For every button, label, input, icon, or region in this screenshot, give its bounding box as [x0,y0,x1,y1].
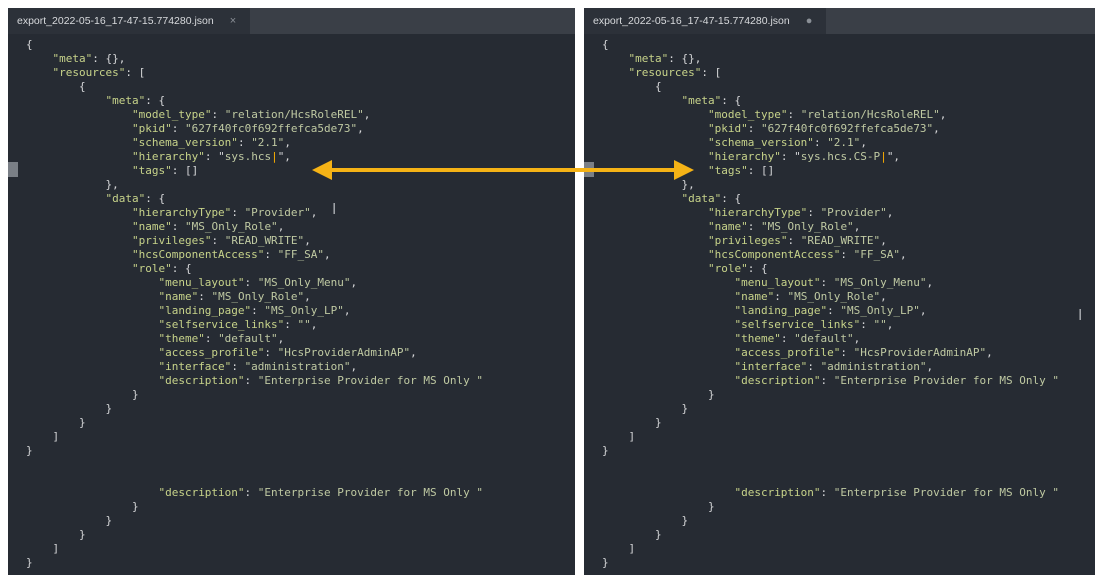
code-line: } [26,388,139,401]
tab-title: export_2022-05-16_17-47-15.774280.json [593,15,790,27]
code-line: { [26,80,86,93]
code-line: "model_type": "relation/HcsRoleREL", [707,108,947,121]
file-tab[interactable]: export_2022-05-16_17-47-15.774280.json × [8,8,251,34]
code-line: } [602,556,609,569]
tab-bar: export_2022-05-16_17-47-15.774280.json ● [584,8,1095,34]
code-line: "landing_page": "MS_Only_LP", [158,304,351,317]
code-line: } [26,514,113,527]
code-line: ] [26,430,60,443]
code-line: "hcsComponentAccess": "FF_SA", [131,248,331,261]
code-line: "theme": "default", [734,332,861,345]
code-line: "description": "Enterprise Provider for … [158,374,483,387]
close-tab-icon[interactable]: × [230,15,236,27]
text-caret: | [880,150,887,163]
tab-title: export_2022-05-16_17-47-15.774280.json [17,15,214,27]
code-line: "interface": "administration", [734,360,934,373]
code-line: "access_profile": "HcsProviderAdminAP", [734,346,993,359]
code-line: } [26,416,86,429]
tab-bar: export_2022-05-16_17-47-15.774280.json × [8,8,575,34]
code-editor[interactable]: { "meta": {}, "resources": [ { "meta": {… [584,38,1095,575]
code-line: "resources": [ [52,66,146,79]
code-line: "meta": {}, [52,52,126,65]
code-line: "schema_version": "2.1", [707,136,867,149]
code-line: "description": "Enterprise Provider for … [734,374,1059,387]
code-line: } [26,556,33,569]
code-line: } [26,444,33,457]
right-editor-pane: export_2022-05-16_17-47-15.774280.json ●… [584,8,1095,575]
code-line: "hierarchyType": "Provider", [131,206,318,219]
code-line: "privileges": "READ_WRITE", [131,234,311,247]
code-line: "selfservice_links": "", [734,318,894,331]
code-line: "theme": "default", [158,332,285,345]
code-line: ] [602,430,636,443]
code-editor[interactable]: { "meta": {}, "resources": [ { "meta": {… [8,38,575,575]
unsaved-dot-icon[interactable]: ● [806,15,813,27]
arrow-head-right [674,160,694,180]
code-line: "role": { [707,262,768,275]
code-line-hierarchy: "hierarchy": "sys.hcs|", [131,150,291,163]
code-line: "description": "Enterprise Provider for … [158,486,483,499]
code-line: "description": "Enterprise Provider for … [734,486,1059,499]
code-line: "name": "MS_Only_Role", [734,290,887,303]
code-line: "menu_layout": "MS_Only_Menu", [158,276,358,289]
text-cursor-icon: I [1078,306,1083,324]
file-tab[interactable]: export_2022-05-16_17-47-15.774280.json ● [584,8,827,34]
code-line: "schema_version": "2.1", [131,136,291,149]
code-line: "privileges": "READ_WRITE", [707,234,887,247]
code-line: { [602,80,662,93]
code-line: ] [26,542,60,555]
code-line: "meta": {}, [628,52,702,65]
text-cursor-icon: I [332,200,337,218]
code-line: "pkid": "627f40fc0f692ffefca5de73", [131,122,364,135]
code-line: "data": { [681,192,742,205]
code-line: "selfservice_links": "", [158,318,318,331]
code-line: "hierarchyType": "Provider", [707,206,894,219]
code-line: "role": { [131,262,192,275]
double-headed-arrow-icon [312,160,694,180]
arrow-head-left [312,160,332,180]
code-line: } [602,528,662,541]
code-line: "meta": { [681,94,742,107]
code-line: "landing_page": "MS_Only_LP", [734,304,927,317]
code-line: } [602,388,715,401]
text-caret: | [271,150,278,163]
code-line: "meta": { [105,94,166,107]
code-line: "name": "MS_Only_Role", [707,220,861,233]
code-line: ] [602,542,636,555]
code-line: "pkid": "627f40fc0f692ffefca5de73", [707,122,940,135]
code-line: { [602,38,609,51]
code-line: "access_profile": "HcsProviderAdminAP", [158,346,417,359]
code-line: "tags": [] [131,164,199,177]
code-line: } [602,514,689,527]
code-line: "hcsComponentAccess": "FF_SA", [707,248,907,261]
code-line: }, [26,178,119,191]
code-line: { [26,38,33,51]
code-line: "resources": [ [628,66,722,79]
code-line: "model_type": "relation/HcsRoleREL", [131,108,371,121]
code-line: "interface": "administration", [158,360,358,373]
code-line: "name": "MS_Only_Role", [131,220,285,233]
code-line: } [602,416,662,429]
code-line: } [602,402,689,415]
left-editor-pane: export_2022-05-16_17-47-15.774280.json ×… [8,8,575,575]
code-line: "name": "MS_Only_Role", [158,290,311,303]
code-line: } [26,500,139,513]
code-line: } [26,402,113,415]
gutter-marker [8,162,18,177]
code-line: } [26,528,86,541]
code-line: } [602,444,609,457]
code-line: "menu_layout": "MS_Only_Menu", [734,276,934,289]
code-line: } [602,500,715,513]
code-line: "data": { [105,192,166,205]
